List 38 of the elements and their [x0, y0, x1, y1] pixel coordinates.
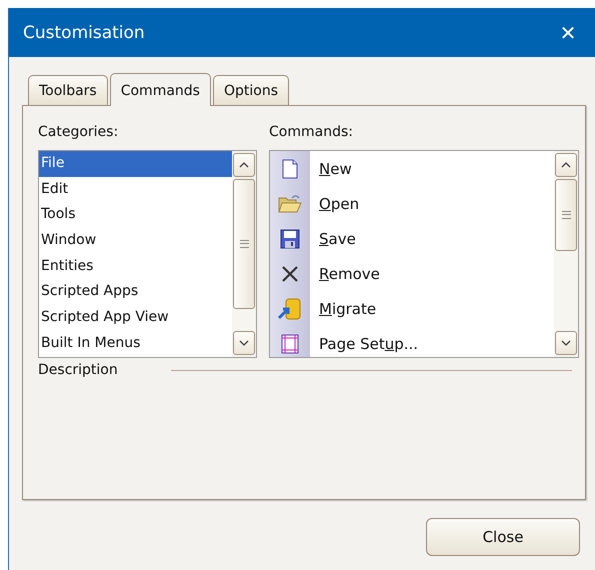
- window-title: Customisation: [23, 22, 145, 42]
- command-item[interactable]: Remove: [310, 264, 380, 282]
- command-item[interactable]: Migrate: [310, 300, 376, 318]
- category-item[interactable]: Scripted App View: [39, 305, 232, 331]
- page-icon: [281, 334, 299, 354]
- scroll-up-button[interactable]: [555, 153, 577, 177]
- description-label: Description: [38, 362, 119, 378]
- categories-label: Categories:: [38, 124, 120, 140]
- command-item[interactable]: Save: [310, 230, 356, 248]
- close-button[interactable]: Close: [426, 518, 580, 556]
- scroll-down-button[interactable]: [555, 331, 577, 355]
- close-button[interactable]: ✕: [553, 20, 583, 44]
- command-item[interactable]: Open: [310, 194, 360, 212]
- tab[interactable]: Toolbars: [28, 75, 108, 105]
- category-item[interactable]: Window: [39, 228, 232, 254]
- command-item[interactable]: Page Setup...: [310, 334, 418, 352]
- cross-icon: [281, 264, 299, 282]
- category-item[interactable]: File: [39, 151, 232, 177]
- scroll-down-button[interactable]: [233, 331, 255, 355]
- command-item[interactable]: New: [310, 160, 352, 178]
- commands-label: Commands:: [269, 124, 354, 140]
- caret-up-icon: [561, 162, 571, 168]
- folder-icon: [278, 194, 302, 214]
- category-item[interactable]: Edit: [39, 176, 232, 202]
- tab[interactable]: Options: [212, 75, 289, 105]
- category-item[interactable]: Tools: [39, 202, 232, 228]
- scroll-thumb[interactable]: [555, 179, 577, 251]
- scroll-thumb[interactable]: [233, 179, 255, 309]
- caret-down-icon: [561, 340, 571, 346]
- scroll-up-button[interactable]: [233, 153, 255, 177]
- caret-down-icon: [239, 340, 249, 346]
- database-arrow-icon: [278, 298, 302, 320]
- document-icon: [282, 158, 298, 178]
- category-item[interactable]: Scripted Apps: [39, 279, 232, 306]
- category-item[interactable]: Entities: [39, 254, 232, 280]
- tab[interactable]: Commands: [110, 73, 211, 106]
- category-item[interactable]: Built In Menus: [39, 330, 232, 356]
- caret-up-icon: [239, 162, 249, 168]
